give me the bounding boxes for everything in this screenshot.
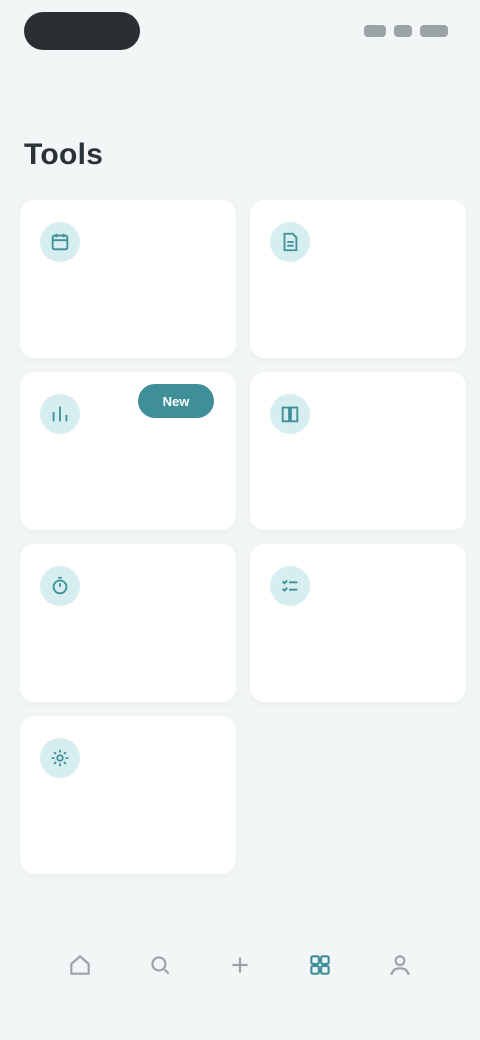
nav-item-add[interactable]: [210, 930, 270, 1020]
tools-grid: New: [20, 200, 468, 874]
nav-item-tools[interactable]: [290, 930, 350, 1020]
chart-icon: [40, 394, 80, 434]
status-bar: [0, 0, 480, 64]
tool-card-7[interactable]: [20, 716, 236, 874]
plus-icon: [232, 957, 248, 973]
home-icon: [70, 954, 90, 975]
tool-card-3[interactable]: New: [20, 372, 236, 530]
status-time-pill: [24, 12, 140, 50]
profile-icon: [390, 955, 410, 976]
app-screen: Tools New: [0, 0, 480, 1040]
settings-icon: [40, 738, 80, 778]
nav-item-home[interactable]: [50, 930, 110, 1020]
search-icon: [151, 956, 170, 975]
tools-icon: [310, 955, 330, 975]
page-title: Tools: [24, 138, 104, 171]
status-icons: [364, 22, 448, 40]
calendar-icon: [40, 222, 80, 262]
tool-card-6[interactable]: [250, 544, 466, 702]
new-badge: New: [138, 384, 214, 418]
checklist-icon: [270, 566, 310, 606]
bottom-nav: [0, 930, 480, 1020]
tool-card-2[interactable]: [250, 200, 466, 358]
tool-card-1[interactable]: [20, 200, 236, 358]
tool-card-5[interactable]: [20, 544, 236, 702]
tool-card-4[interactable]: [250, 372, 466, 530]
battery-icon: [420, 25, 448, 37]
signal-icon: [364, 25, 386, 37]
book-icon: [270, 394, 310, 434]
nav-item-profile[interactable]: [370, 930, 430, 1020]
timer-icon: [40, 566, 80, 606]
document-icon: [270, 222, 310, 262]
nav-item-search[interactable]: [130, 930, 190, 1020]
wifi-icon: [394, 25, 412, 37]
